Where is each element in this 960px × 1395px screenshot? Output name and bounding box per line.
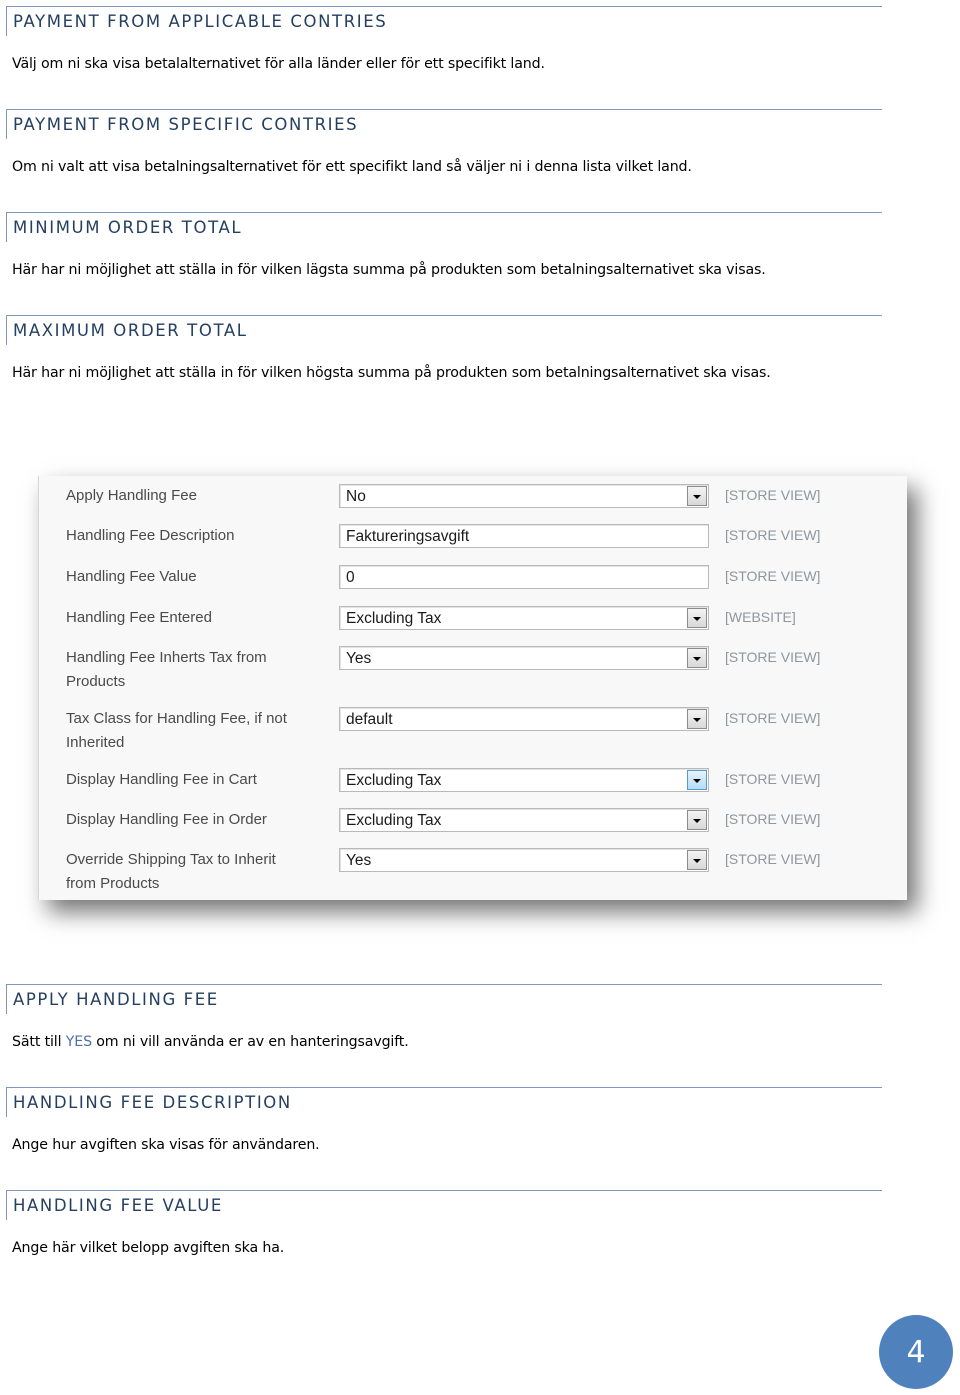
inherits-tax-select[interactable]: Yes (339, 646, 709, 670)
section-text: Här har ni möjlighet att ställa in för v… (12, 365, 771, 381)
page-number-badge: 4 (879, 1315, 953, 1389)
section-payment-applicable-countries: PAYMENT FROM APPLICABLE CONTRIES Välj om… (6, 6, 882, 72)
select-value: Yes (346, 650, 372, 667)
scope-label: [STORE VIEW] (725, 568, 821, 584)
section-heading: APPLY HANDLING FEE (13, 990, 219, 1009)
chevron-down-icon[interactable] (687, 770, 707, 790)
chevron-down-icon[interactable] (687, 608, 707, 628)
section-heading: HANDLING FEE VALUE (13, 1196, 223, 1215)
section-heading: MAXIMUM ORDER TOTAL (13, 321, 248, 340)
section-heading-rule: APPLY HANDLING FEE (6, 984, 882, 1014)
scope-label: [STORE VIEW] (725, 649, 821, 665)
section-heading: PAYMENT FROM APPLICABLE CONTRIES (13, 12, 388, 31)
scope-label: [STORE VIEW] (725, 527, 821, 543)
field-label: Handling Fee Inherts Tax from Products (66, 649, 267, 690)
chevron-down-icon[interactable] (687, 648, 707, 668)
section-heading: PAYMENT FROM SPECIFIC CONTRIES (13, 115, 359, 134)
section-handling-fee-description: HANDLING FEE DESCRIPTION Ange hur avgift… (6, 1087, 882, 1153)
scope-label: [STORE VIEW] (725, 811, 821, 827)
display-in-cart-select[interactable]: Excluding Tax (339, 768, 709, 792)
section-heading-rule: MAXIMUM ORDER TOTAL (6, 315, 882, 345)
scope-label: [WEBSITE] (725, 609, 796, 625)
field-label: Handling Fee Entered (66, 609, 212, 626)
field-label: Handling Fee Description (66, 527, 235, 544)
input-value: 0 (346, 569, 355, 586)
field-label: Display Handling Fee in Cart (66, 771, 257, 788)
scope-label: [STORE VIEW] (725, 710, 821, 726)
select-value: Excluding Tax (346, 610, 442, 627)
apply-handling-fee-select[interactable]: No (339, 484, 709, 508)
scope-label: [STORE VIEW] (725, 771, 821, 787)
section-text: Ange hur avgiften ska visas för användar… (12, 1137, 320, 1153)
section-text: Här har ni möjlighet att ställa in för v… (12, 262, 766, 278)
text-part: Sätt till (12, 1034, 66, 1050)
scope-label: [STORE VIEW] (725, 851, 821, 867)
text-part: om ni vill använda er av en hanteringsav… (91, 1034, 409, 1050)
field-label: Tax Class for Handling Fee, if not Inher… (66, 710, 287, 751)
section-apply-handling-fee: APPLY HANDLING FEE Sätt till YES om ni v… (6, 984, 882, 1050)
select-value: No (346, 488, 366, 505)
section-text: Om ni valt att visa betalningsalternativ… (12, 159, 692, 175)
section-maximum-order-total: MAXIMUM ORDER TOTAL Här har ni möjlighet… (6, 315, 882, 381)
field-label: Apply Handling Fee (66, 487, 197, 504)
chevron-down-icon[interactable] (687, 709, 707, 729)
field-label: Override Shipping Tax to Inherit from Pr… (66, 851, 276, 892)
override-shipping-tax-select[interactable]: Yes (339, 848, 709, 872)
section-text: Välj om ni ska visa betalalternativet fö… (12, 56, 545, 72)
chevron-down-icon[interactable] (687, 486, 707, 506)
chevron-down-icon[interactable] (687, 850, 707, 870)
select-value: Excluding Tax (346, 812, 442, 829)
section-heading-rule: PAYMENT FROM SPECIFIC CONTRIES (6, 109, 882, 139)
section-heading-rule: HANDLING FEE VALUE (6, 1190, 882, 1220)
section-payment-specific-countries: PAYMENT FROM SPECIFIC CONTRIES Om ni val… (6, 109, 882, 175)
accent-yes: YES (65, 1034, 92, 1050)
section-heading: HANDLING FEE DESCRIPTION (13, 1093, 292, 1112)
field-label: Display Handling Fee in Order (66, 811, 267, 828)
section-heading-rule: PAYMENT FROM APPLICABLE CONTRIES (6, 6, 882, 36)
handling-fee-settings-panel: Apply Handling Fee No [STORE VIEW] Handl… (38, 476, 907, 900)
section-text: Ange här vilket belopp avgiften ska ha. (12, 1240, 285, 1256)
handling-fee-value-input[interactable]: 0 (339, 565, 709, 589)
section-minimum-order-total: MINIMUM ORDER TOTAL Här har ni möjlighet… (6, 212, 882, 278)
field-label: Handling Fee Value (66, 568, 197, 585)
section-heading: MINIMUM ORDER TOTAL (13, 218, 243, 237)
tax-class-select[interactable]: default (339, 707, 709, 731)
section-heading-rule: HANDLING FEE DESCRIPTION (6, 1087, 882, 1117)
input-value: Faktureringsavgift (346, 528, 470, 545)
select-value: Excluding Tax (346, 772, 442, 789)
select-value: Yes (346, 852, 372, 869)
handling-fee-entered-select[interactable]: Excluding Tax (339, 606, 709, 630)
section-handling-fee-value: HANDLING FEE VALUE Ange här vilket belop… (6, 1190, 882, 1256)
section-heading-rule: MINIMUM ORDER TOTAL (6, 212, 882, 242)
section-text: Sätt till YES om ni vill använda er av e… (12, 1034, 409, 1050)
display-in-order-select[interactable]: Excluding Tax (339, 808, 709, 832)
chevron-down-icon[interactable] (687, 810, 707, 830)
handling-fee-description-input[interactable]: Faktureringsavgift (339, 524, 709, 548)
scope-label: [STORE VIEW] (725, 487, 821, 503)
select-value: default (346, 711, 393, 728)
